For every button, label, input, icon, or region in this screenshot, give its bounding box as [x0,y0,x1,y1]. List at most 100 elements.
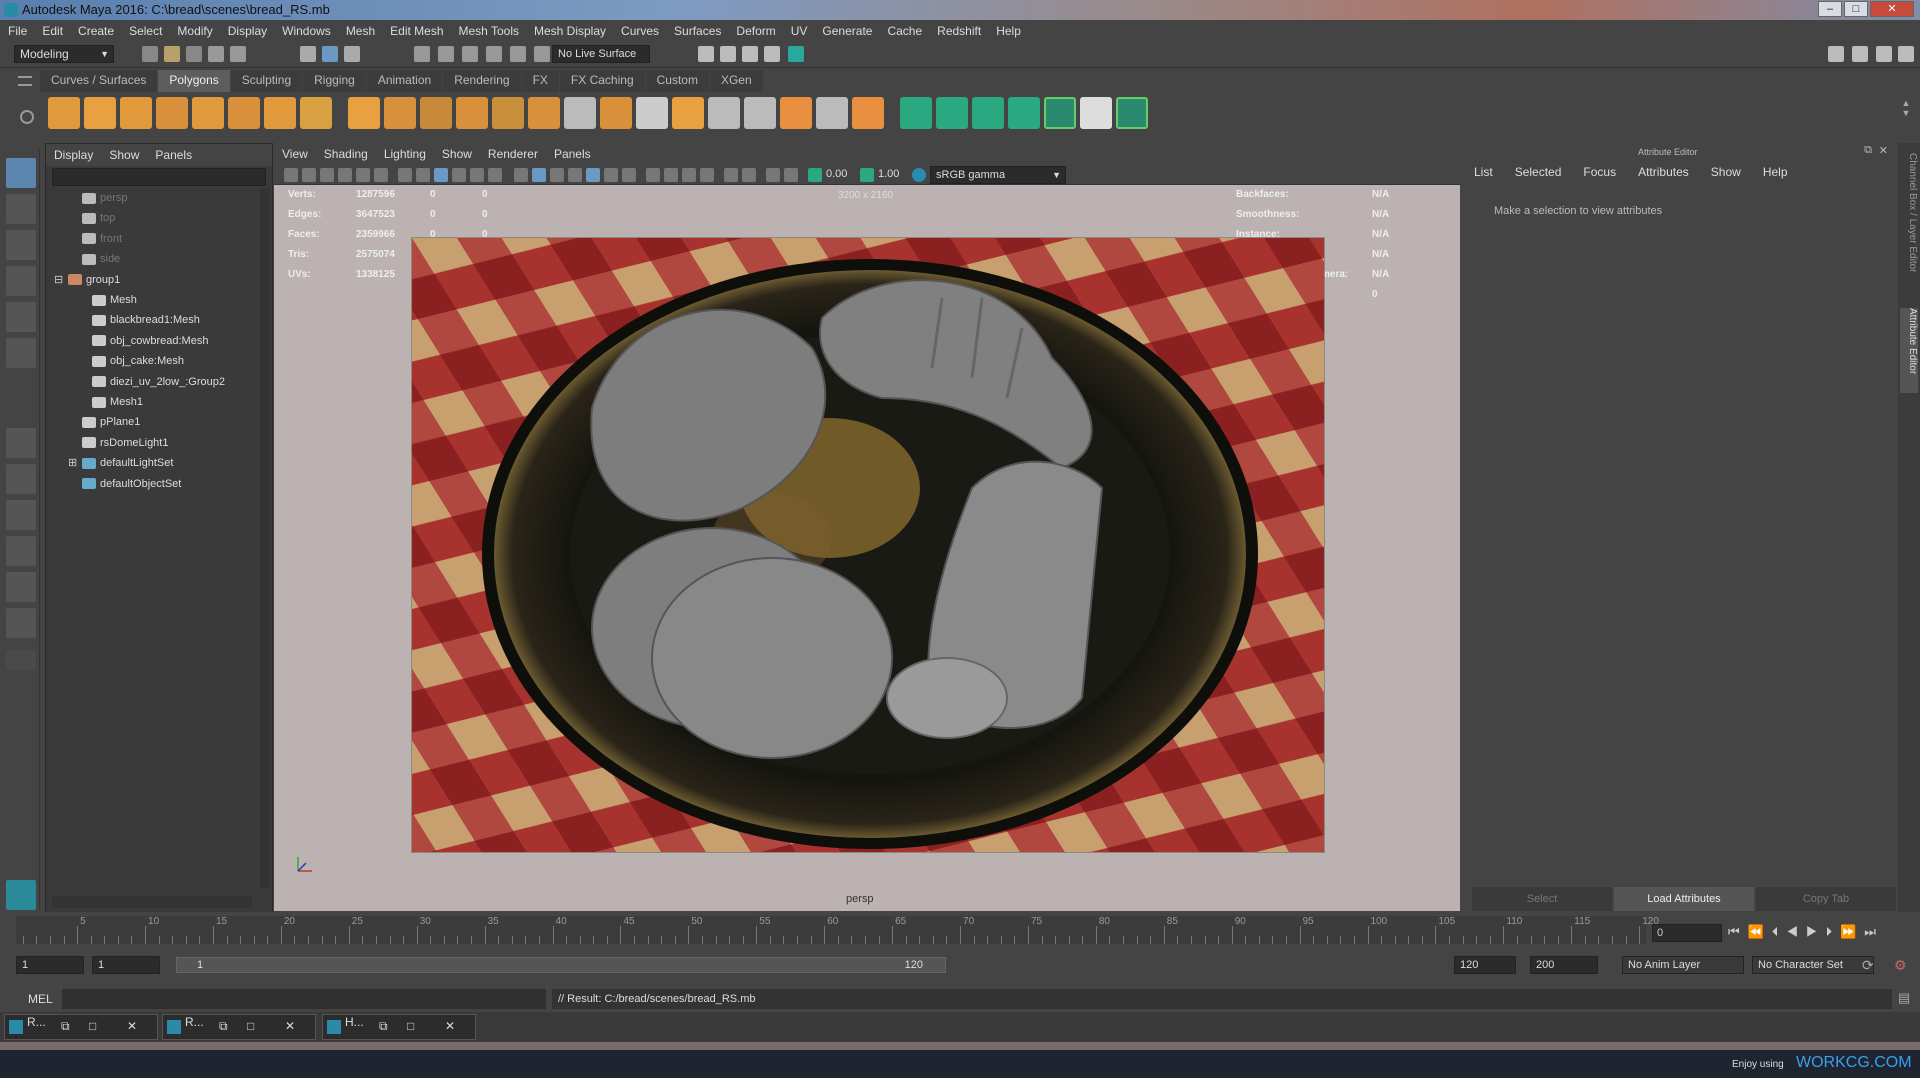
auto-key-icon[interactable]: ⟳ [1862,957,1874,974]
restore-icon[interactable]: ⧉ [219,1019,228,1034]
attribute-editor-icon[interactable] [1898,46,1914,62]
xray-joints-icon[interactable] [766,168,780,182]
outliner-menu-show[interactable]: Show [109,148,139,162]
colorspace-dropdown[interactable]: sRGB gamma ▼ [930,166,1066,184]
close-icon[interactable]: ✕ [445,1019,455,1033]
outliner-item[interactable]: front [46,229,122,249]
undo-icon[interactable] [208,46,224,62]
isolate-select-icon[interactable] [724,168,738,182]
playback-end-field[interactable]: 120 [1454,956,1516,974]
anim-prefs-icon[interactable]: ⚙ [1894,957,1907,974]
shelf-tab-curves-surfaces[interactable]: Curves / Surfaces [40,70,158,92]
snap-point-icon[interactable] [462,46,478,62]
single-perspective-layout-icon[interactable] [6,428,36,458]
menu-select[interactable]: Select [129,24,162,38]
channel-box-icon[interactable] [1852,46,1868,62]
menu-mesh[interactable]: Mesh [346,24,375,38]
expand-icon[interactable]: ⊞ [68,453,77,473]
step-back-frame-icon[interactable]: ⏪ [1748,924,1772,939]
two-d-pan-icon[interactable] [356,168,370,182]
grease-pencil-icon[interactable] [374,168,388,182]
fill-hole-icon[interactable] [816,97,848,129]
shelf-scroll-icon[interactable]: ▲ ▼ [1900,98,1912,128]
outliner-hscrollbar[interactable] [52,896,252,908]
viewport-menu-renderer[interactable]: Renderer [488,147,538,161]
persp-outliner-layout-icon[interactable] [6,500,36,530]
paint-select-tool-icon[interactable] [6,230,36,260]
attr-menu-selected[interactable]: Selected [1515,165,1562,179]
load-attributes-button[interactable]: Load Attributes [1614,887,1754,911]
insert-edge-loop-icon[interactable] [708,97,740,129]
menu-surfaces[interactable]: Surfaces [674,24,721,38]
depth-of-field-icon[interactable] [700,168,714,182]
gamma-icon[interactable] [860,168,874,182]
mode-dropdown[interactable]: Modeling ▼ [14,45,114,63]
poly-pipe-icon[interactable] [300,97,332,129]
menu-edit-mesh[interactable]: Edit Mesh [390,24,443,38]
shelf-tab-xgen[interactable]: XGen [709,70,763,92]
shelf-tab-fx[interactable]: FX [521,70,559,92]
combine-icon[interactable] [348,97,380,129]
select-tool-icon[interactable] [6,158,36,188]
multi-cut-icon[interactable] [564,97,596,129]
xray-icon[interactable] [742,168,756,182]
select-hierarchy-icon[interactable] [300,46,316,62]
outliner-item[interactable]: defaultObjectSet [46,474,181,494]
snap-curve-icon[interactable] [438,46,454,62]
gate-mask-icon[interactable] [452,168,466,182]
menu-modify[interactable]: Modify [177,24,212,38]
hypershade-icon[interactable] [788,46,804,62]
time-slider-track[interactable]: 5 10 15 20 25 30 35 40 45 50 55 60 65 70 75 80 85 90 95 100… [16,916,1659,944]
viewport-menu-show[interactable]: Show [442,147,472,161]
close-button[interactable]: ✕ [1870,1,1914,17]
viewport-menu-panels[interactable]: Panels [554,147,591,161]
restore-icon[interactable]: ⧉ [379,1019,388,1034]
maximize-icon[interactable]: □ [407,1019,414,1033]
taskbar-window-2[interactable]: R... ⧉ □ ✕ [162,1014,316,1040]
resolution-gate-icon[interactable] [434,168,448,182]
play-backward-icon[interactable]: ◀ [1786,924,1806,939]
poly-cylinder-icon[interactable] [120,97,152,129]
script-language-label[interactable]: MEL [28,992,53,1006]
shelf-tab-animation[interactable]: Animation [366,70,443,92]
menu-cache[interactable]: Cache [887,24,922,38]
step-back-key-icon[interactable]: ⏴ [1772,924,1787,939]
go-to-end-icon[interactable]: ⏭ [1864,924,1884,939]
outliner-item[interactable]: rsDomeLight1 [46,433,168,453]
float-panel-icon[interactable]: ⧉ [1864,144,1872,157]
outliner-item[interactable]: pPlane1 [46,412,140,432]
menu-deform[interactable]: Deform [736,24,775,38]
shelf-tab-fx-caching[interactable]: FX Caching [559,70,645,92]
outliner-item[interactable]: side [46,249,120,269]
planar-mapping-icon[interactable] [900,97,932,129]
cylindrical-mapping-icon[interactable] [936,97,968,129]
anim-layer-dropdown[interactable]: No Anim Layer [1622,956,1744,974]
exposure-value[interactable]: 0.00 [826,168,847,180]
field-chart-icon[interactable] [470,168,484,182]
lasso-tool-icon[interactable] [6,194,36,224]
snap-grid-icon[interactable] [414,46,430,62]
uv-editor-icon[interactable] [1044,97,1076,129]
motion-blur-icon[interactable] [664,168,678,182]
script-editor-icon[interactable]: ▤ [1898,990,1910,1006]
render-settings-icon[interactable] [764,46,780,62]
start-time-field[interactable]: 1 [16,956,84,974]
xray-components-icon[interactable] [784,168,798,182]
cut-uv-icon[interactable] [1116,97,1148,129]
shelf-tab-rigging[interactable]: Rigging [303,70,366,92]
smooth-icon[interactable] [456,97,488,129]
screen-space-ao-icon[interactable] [646,168,660,182]
menu-file[interactable]: File [8,24,27,38]
select-object-icon[interactable] [322,46,338,62]
viewport-menu-shading[interactable]: Shading [324,147,368,161]
outliner-scrollbar[interactable] [260,188,270,888]
command-input[interactable] [62,989,546,1009]
gamma-value[interactable]: 1.00 [878,168,899,180]
close-panel-icon[interactable]: ✕ [1879,144,1888,157]
wireframe-icon[interactable] [514,168,528,182]
anti-aliasing-icon[interactable] [682,168,696,182]
maximize-icon[interactable]: □ [247,1019,254,1033]
menu-redshift[interactable]: Redshift [937,24,981,38]
select-component-icon[interactable] [344,46,360,62]
shelf-settings-icon[interactable] [20,110,34,124]
